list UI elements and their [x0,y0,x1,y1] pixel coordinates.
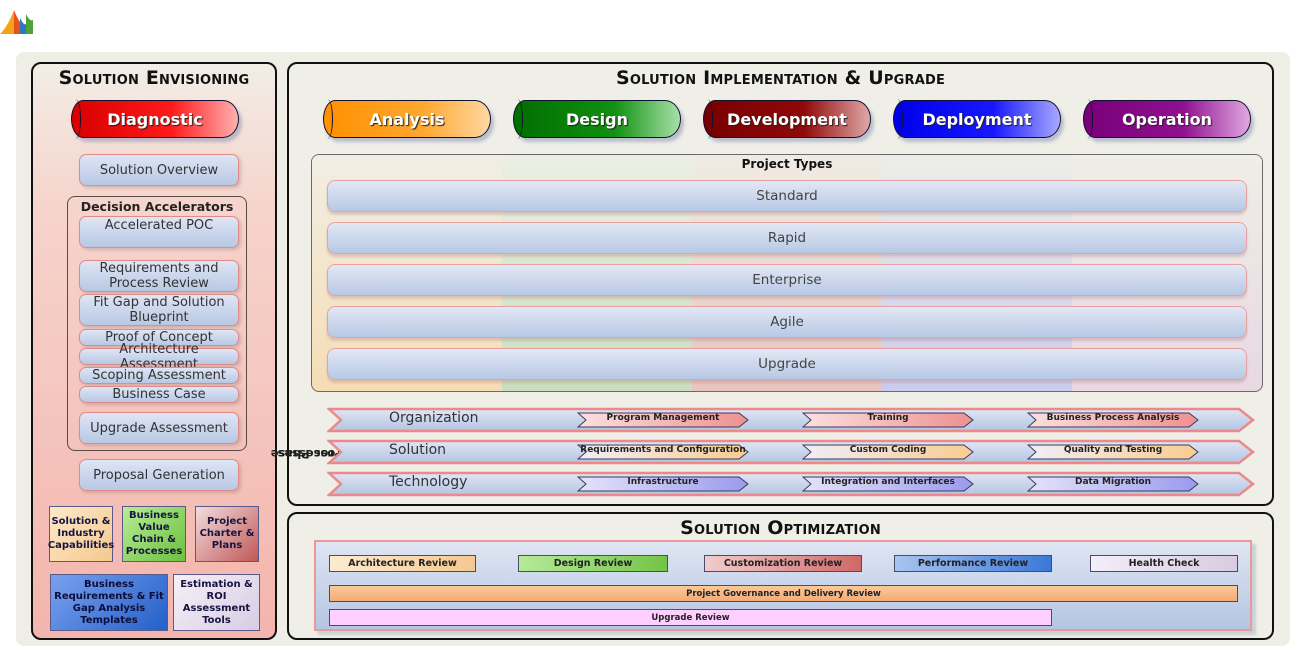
accelerator-business-case[interactable]: Business Case [79,386,239,403]
phase-label: Design [566,109,628,129]
solution-envisioning-panel: Solution Envisioning Diagnostic Solution… [31,62,277,640]
tool-estimation-roi[interactable]: Estimation & ROI Assessment Tools [173,574,260,631]
process-integration-interfaces[interactable]: Integration and Interfaces [802,476,974,492]
process-label: Business Process Analysis [1046,413,1180,423]
cross-phase-row-solution: Solution Requirements and Configuration … [327,439,1257,465]
proposal-generation[interactable]: Proposal Generation [79,459,239,491]
decision-accelerators-title: Decision Accelerators [80,199,234,214]
process-custom-coding[interactable]: Custom Coding [802,444,974,460]
phase-deployment[interactable]: Deployment [893,99,1061,139]
solution-overview[interactable]: Solution Overview [79,154,239,186]
process-label: Data Migration [1074,477,1152,487]
review-label: Project Governance and Delivery Review [686,588,881,599]
phase-label: Deployment [922,109,1032,129]
review-label: Customization Review [723,558,843,569]
review-label: Architecture Review [348,558,457,569]
review-design[interactable]: Design Review [518,555,668,572]
solution-optimization-panel: Solution Optimization Architecture Revie… [287,512,1274,640]
tool-solution-industry-capabilities[interactable]: Solution & Industry Capabilities [47,506,115,562]
accelerator-accelerated-poc[interactable]: Accelerated POC [79,216,239,248]
process-label: Quality and Testing [1063,445,1163,455]
project-type-rapid[interactable]: Rapid [327,222,1247,254]
tool-label: Business Value Chain & Processes [125,510,183,557]
process-quality-testing[interactable]: Quality and Testing [1027,444,1199,460]
accelerator-fit-gap[interactable]: Fit Gap and Solution Blueprint [79,294,239,326]
review-label: Design Review [553,558,633,569]
process-label: Integration and Interfaces [821,477,955,487]
project-type-upgrade[interactable]: Upgrade [327,348,1247,380]
accelerator-label: Upgrade Assessment [90,420,228,436]
process-label: Training [867,413,909,423]
phase-label: Operation [1121,109,1213,129]
phase-label: Development [727,109,847,129]
cross-phase-row-label: Solution [389,442,447,458]
tool-label: Estimation & ROI Assessment Tools [180,578,253,626]
implementation-title: Solution Implementation & Upgrade [615,67,946,89]
phase-label: Diagnostic [107,109,203,129]
tool-label: Business Requirements & Fit Gap Analysis… [54,578,164,626]
cross-phase-row-label: Technology [389,474,468,490]
process-label: Program Management [606,413,720,423]
project-types-group: Project Types Standard Rapid Enterprise … [311,154,1263,392]
review-upgrade[interactable]: Upgrade Review [329,609,1052,626]
solution-implementation-panel: Solution Implementation & Upgrade Analys… [271,62,1274,506]
cross-phase-label: Cross Phase Processes [271,409,350,499]
accelerator-architecture-assessment[interactable]: Architecture Assessment [79,342,239,372]
process-program-management[interactable]: Program Management [577,412,749,428]
accelerator-label: Fit Gap and Solution Blueprint [93,295,225,325]
review-label: Performance Review [917,558,1029,569]
tool-project-charter[interactable]: Project Charter & Plans [195,506,259,562]
project-type-standard[interactable]: Standard [327,180,1247,212]
process-business-process-analysis[interactable]: Business Process Analysis [1027,412,1199,428]
process-label: Requirements and Configuration [580,445,746,455]
review-project-governance[interactable]: Project Governance and Delivery Review [329,585,1238,602]
review-customization[interactable]: Customization Review [704,555,862,572]
review-architecture[interactable]: Architecture Review [329,555,476,572]
accelerator-label: Scoping Assessment [92,368,226,383]
accelerator-requirements-review[interactable]: Requirements and Process Review [79,260,239,292]
project-type-agile[interactable]: Agile [327,306,1247,338]
project-type-label: Enterprise [752,272,822,288]
accelerator-upgrade-assessment[interactable]: Upgrade Assessment [79,412,239,444]
project-type-label: Standard [756,188,818,204]
accelerator-scoping-assessment[interactable]: Scoping Assessment [79,367,239,384]
review-health-check[interactable]: Health Check [1090,555,1238,572]
solution-overview-label: Solution Overview [99,162,219,178]
phase-analysis[interactable]: Analysis [323,99,491,139]
tool-label: Project Charter & Plans [199,516,255,551]
dynamics-logo-icon [0,4,34,34]
process-data-migration[interactable]: Data Migration [1027,476,1199,492]
process-label: Infrastructure [627,477,699,487]
phase-label: Analysis [369,109,445,129]
tool-business-value-chain[interactable]: Business Value Chain & Processes [122,506,186,562]
process-infrastructure[interactable]: Infrastructure [577,476,749,492]
tool-label: Solution & Industry Capabilities [47,516,115,551]
accelerator-label: Requirements and Process Review [99,261,219,291]
project-type-label: Upgrade [758,356,816,372]
project-types-title: Project Types [741,157,833,171]
phase-design[interactable]: Design [513,99,681,139]
cross-phase-row-organization: Organization Program Management Training… [327,407,1257,433]
process-requirements-configuration[interactable]: Requirements and Configuration [577,444,749,460]
tool-business-requirements-templates[interactable]: Business Requirements & Fit Gap Analysis… [50,574,168,631]
process-training[interactable]: Training [802,412,974,428]
phase-diagnostic[interactable]: Diagnostic [71,99,239,139]
project-type-enterprise[interactable]: Enterprise [327,264,1247,296]
optimization-reviews-group: Architecture Review Design Review Custom… [314,540,1252,631]
project-type-label: Agile [770,314,804,330]
accelerator-label: Business Case [112,387,206,402]
cross-phase-row-technology: Technology Infrastructure Integration an… [327,471,1257,497]
accelerator-label: Accelerated POC [104,218,214,233]
process-label: Custom Coding [849,445,927,455]
phase-operation[interactable]: Operation [1083,99,1251,139]
review-label: Upgrade Review [651,612,730,623]
review-performance[interactable]: Performance Review [894,555,1052,572]
envisioning-title: Solution Envisioning [58,67,250,89]
phase-development[interactable]: Development [703,99,871,139]
project-type-label: Rapid [767,230,807,246]
proposal-generation-label: Proposal Generation [93,467,225,483]
cross-phase-row-label: Organization [389,410,479,426]
review-label: Health Check [1128,558,1200,569]
optimization-title: Solution Optimization [680,517,881,539]
